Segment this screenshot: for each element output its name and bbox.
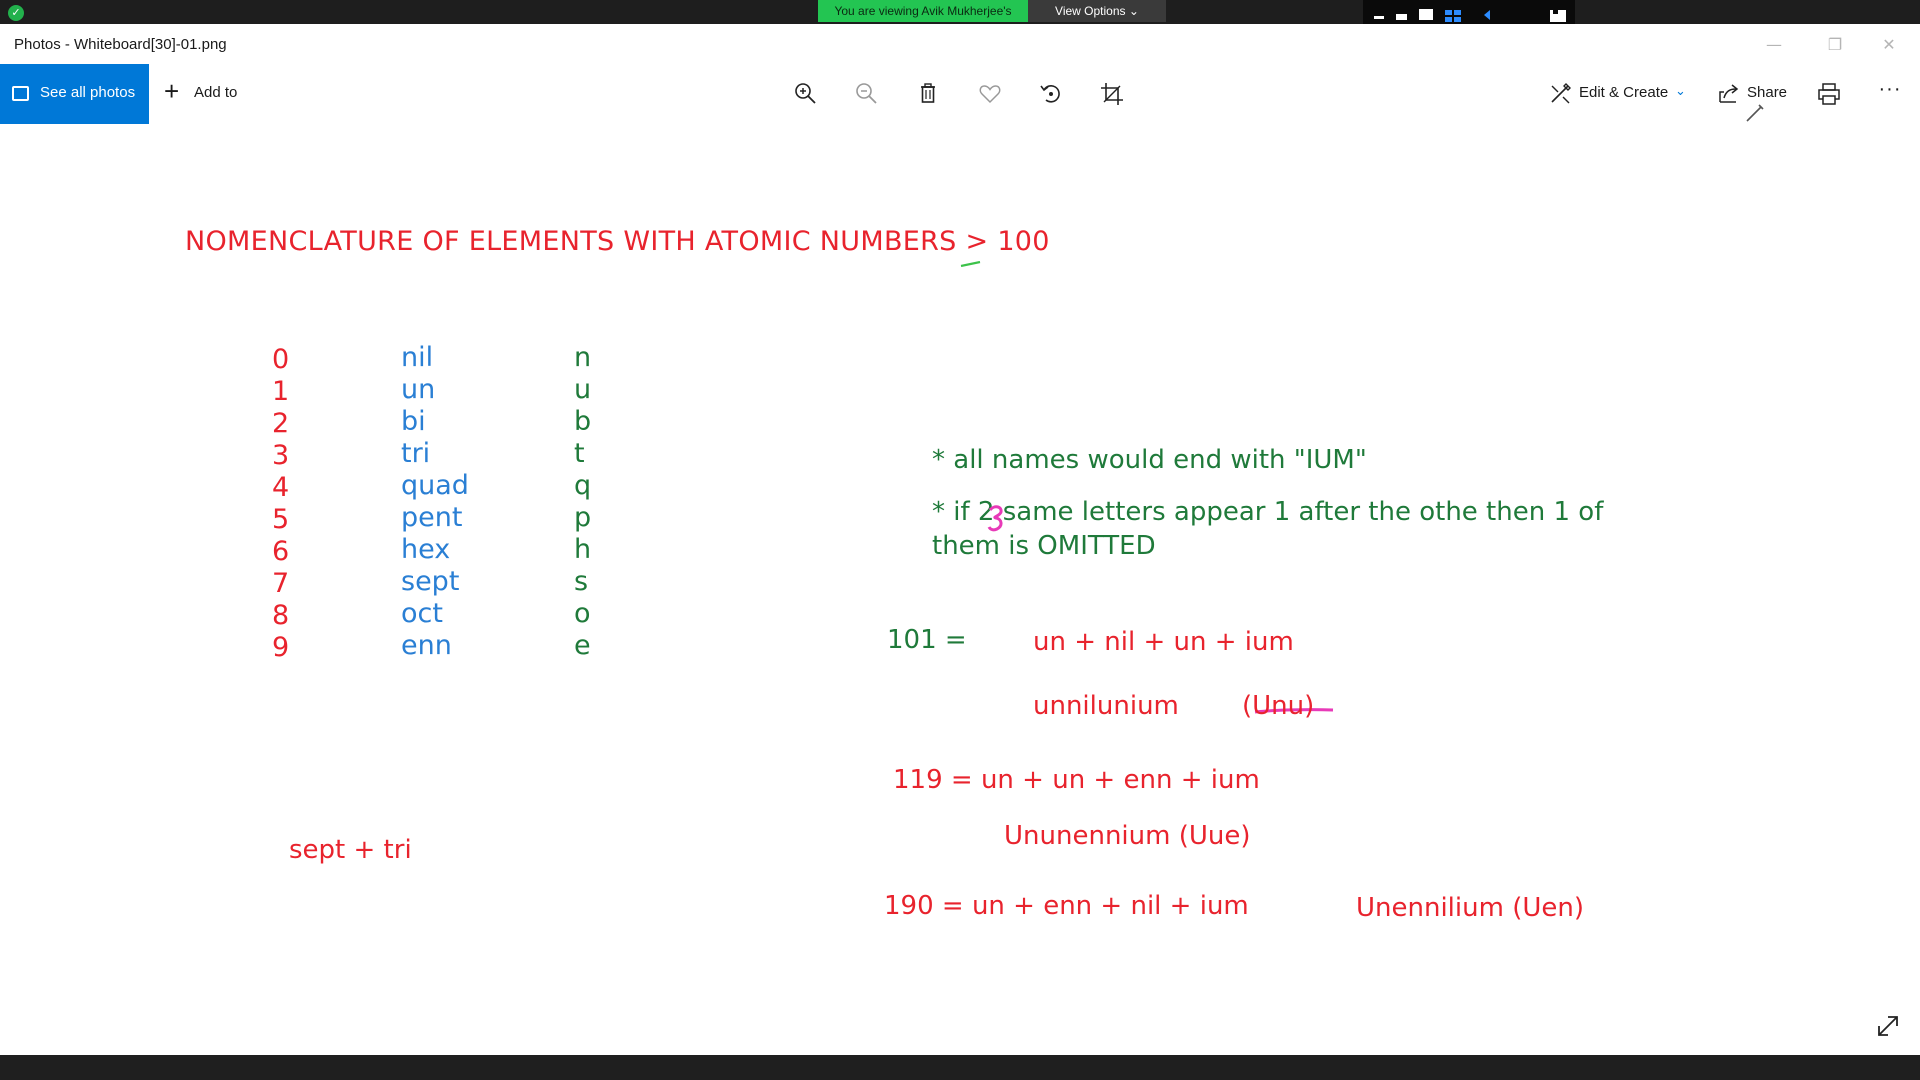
bottom-strip xyxy=(0,1055,1920,1080)
digit: 5 xyxy=(272,504,290,535)
root: oct xyxy=(401,598,443,629)
rule-omit-line-1: * if 2 same letters appear 1 after the o… xyxy=(932,497,1604,527)
example-101-rhs: un + nil + un + ium xyxy=(1033,627,1294,657)
restore-button[interactable]: ❐ xyxy=(1812,30,1858,60)
example-101-symbol: (Unu) xyxy=(1242,691,1315,721)
minimize-video-icon[interactable] xyxy=(1374,16,1384,19)
symbol-letter: s xyxy=(574,566,589,597)
digit: 3 xyxy=(272,440,290,471)
root: bi xyxy=(401,406,426,437)
thumbnail-view-icon[interactable] xyxy=(1419,9,1433,20)
gallery-view-icon[interactable] xyxy=(1445,9,1461,22)
symbol-letter: n xyxy=(574,342,592,373)
symbols-column: n u b t q p h s o e xyxy=(574,342,591,662)
window-title: Photos - Whiteboard[30]-01.png xyxy=(14,36,227,53)
rotate-icon[interactable] xyxy=(1035,78,1067,110)
chevron-down-icon: ⌄ xyxy=(1128,4,1139,18)
roots-column: nil un bi tri quad pent hex sept oct enn xyxy=(401,342,469,662)
example-119-name: Ununennium (Uue) xyxy=(1004,821,1251,851)
digit: 9 xyxy=(272,632,290,663)
symbol-letter: t xyxy=(574,438,585,469)
more-options-button[interactable]: ··· xyxy=(1870,78,1910,110)
chevron-down-icon: ⌄ xyxy=(1675,83,1686,98)
add-to-button[interactable]: + Add to xyxy=(160,64,260,124)
favorite-heart-icon[interactable] xyxy=(974,78,1006,110)
close-button[interactable]: ✕ xyxy=(1866,30,1912,60)
digit: 7 xyxy=(272,568,290,599)
scribble-note: sept + tri xyxy=(289,835,412,865)
see-all-photos-button[interactable]: See all photos xyxy=(0,64,149,124)
rule-omit-line-2: them is OMITTED xyxy=(932,531,1156,561)
view-options-label: View Options xyxy=(1055,4,1126,18)
symbol-letter: b xyxy=(574,406,592,437)
root: hex xyxy=(401,534,451,565)
example-101-lhs: 101 = xyxy=(887,625,967,655)
digit: 0 xyxy=(272,344,290,375)
crop-icon[interactable] xyxy=(1096,78,1128,110)
photos-icon xyxy=(12,86,29,101)
see-all-photos-label: See all photos xyxy=(40,84,136,101)
digit: 1 xyxy=(272,376,290,407)
delete-icon[interactable] xyxy=(912,78,944,110)
root: un xyxy=(401,374,436,405)
magenta-correction-mark xyxy=(986,504,1006,532)
minimize-button[interactable]: — xyxy=(1751,30,1797,60)
zoom-share-bar: ✓ You are viewing Avik Mukherjee's scree… xyxy=(0,0,1920,40)
plus-icon: + xyxy=(164,76,180,106)
green-underline-mark xyxy=(960,254,982,268)
pen-cursor-icon xyxy=(1744,102,1766,124)
view-options-button[interactable]: View Options ⌄ xyxy=(1028,0,1166,22)
viewing-banner: You are viewing Avik Mukherjee's screen xyxy=(818,0,1028,40)
add-to-label: Add to xyxy=(194,84,238,101)
example-101-name: unnilunium xyxy=(1033,691,1179,721)
digit: 2 xyxy=(272,408,290,439)
symbol-letter: e xyxy=(574,630,591,661)
speaker-view-icon[interactable] xyxy=(1396,14,1407,20)
example-190-equation: 190 = un + enn + nil + ium xyxy=(884,891,1249,921)
root: pent xyxy=(401,502,463,533)
symbol-letter: u xyxy=(574,374,592,405)
expand-fullscreen-icon[interactable] xyxy=(1874,1012,1902,1040)
digit: 6 xyxy=(272,536,290,567)
example-119-equation: 119 = un + un + enn + ium xyxy=(893,765,1260,795)
whiteboard-heading: NOMENCLATURE OF ELEMENTS WITH ATOMIC NUM… xyxy=(185,226,1050,257)
share-icon xyxy=(1716,80,1742,106)
root: sept xyxy=(401,566,460,597)
edit-create-button[interactable]: Edit & Create ⌄ xyxy=(1544,64,1694,124)
symbol-letter: o xyxy=(574,598,591,629)
share-label: Share xyxy=(1747,84,1788,101)
root: tri xyxy=(401,438,431,469)
rule-ium-ending: * all names would end with "IUM" xyxy=(932,445,1367,475)
root: enn xyxy=(401,630,452,661)
example-190-name: Unennilium (Uen) xyxy=(1356,893,1584,923)
edit-create-icon xyxy=(1548,80,1574,106)
collapse-arrow-icon[interactable] xyxy=(1481,8,1493,22)
edit-create-label: Edit & Create xyxy=(1579,84,1669,101)
symbol-letter: q xyxy=(574,470,592,501)
title-bar: Photos - Whiteboard[30]-01.png — ❐ ✕ xyxy=(0,24,1920,64)
shield-icon: ✓ xyxy=(8,5,24,21)
exit-fullscreen-icon[interactable] xyxy=(1550,8,1566,22)
toolbar: See all photos + Add to Edit & Create ⌄ … xyxy=(0,64,1920,124)
digits-column: 0 1 2 3 4 5 6 7 8 9 xyxy=(272,344,289,664)
zoom-in-icon[interactable] xyxy=(790,78,822,110)
print-icon[interactable] xyxy=(1813,78,1845,110)
root: quad xyxy=(401,470,469,501)
whiteboard-image: NOMENCLATURE OF ELEMENTS WITH ATOMIC NUM… xyxy=(0,124,1920,1056)
zoom-out-icon[interactable] xyxy=(851,78,883,110)
digit: 4 xyxy=(272,472,290,503)
root: nil xyxy=(401,342,434,373)
digit: 8 xyxy=(272,600,290,631)
symbol-letter: h xyxy=(574,534,592,565)
symbol-letter: p xyxy=(574,502,592,533)
